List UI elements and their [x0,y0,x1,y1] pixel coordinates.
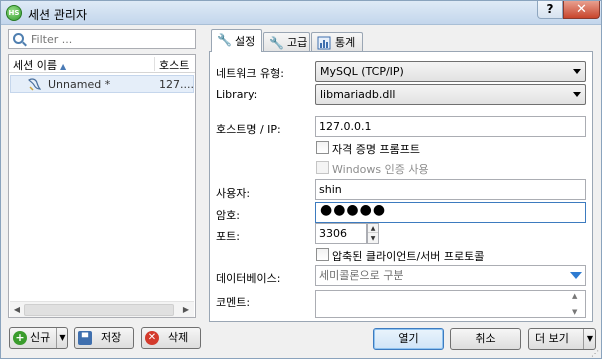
stepper-down-icon[interactable]: ▼ [368,234,378,243]
compressed-protocol-label: 압축된 클라이언트/서버 프로토콜 [332,250,485,263]
hostname-label: 호스트명 / IP: [216,123,281,136]
tab-settings-label: 설정 [235,35,256,48]
plus-icon: + [13,331,27,345]
new-session-button[interactable]: + 신규 ▼ [9,327,68,349]
comment-scroll-up-icon[interactable]: ▲ [572,292,577,300]
session-list-header: 세션 이름 ▲ 호스트 [9,55,195,73]
network-type-select[interactable]: MySQL (TCP/IP) [315,61,586,82]
help-button[interactable]: ? [537,1,563,19]
user-input[interactable]: shin [315,179,586,200]
session-host: 127.... [159,78,194,91]
session-row[interactable]: Unnamed * 127.... [10,75,194,93]
tab-settings[interactable]: 🔧 설정 [211,29,262,52]
new-session-label: 신규 [30,331,51,344]
more-button[interactable]: 더 보기 ▼ [528,328,596,350]
scroll-thumb[interactable] [24,304,174,316]
heidisql-app-icon: HS [6,5,22,21]
floppy-disk-icon: ▀ [78,331,92,345]
library-select[interactable]: libmariadb.dll [315,84,586,105]
sort-ascending-icon: ▲ [59,62,67,71]
wrench-icon: 🔧 [217,33,232,47]
chevron-down-icon [573,69,581,74]
resize-grip-icon[interactable]: ⋰ [591,349,599,358]
column-header-name-label: 세션 이름 [13,59,57,72]
bar-chart-icon [317,36,331,50]
dolphin-session-icon [28,78,41,91]
password-label: 암호: [216,209,240,222]
column-header-name[interactable]: 세션 이름 ▲ [13,57,155,72]
title-bar[interactable]: HS 세션 관리자 ? ✕ [1,1,601,25]
scroll-right-icon[interactable]: ▶ [180,304,192,316]
cancel-button[interactable]: 취소 [450,328,521,350]
window-title: 세션 관리자 [28,8,88,22]
port-input[interactable]: 3306 [315,223,367,244]
comment-scroll-down-icon[interactable]: ▼ [572,308,577,316]
session-list[interactable]: 세션 이름 ▲ 호스트 Unnamed * 127.... ◀ ▶ [8,54,196,318]
stepper-up-icon[interactable]: ▲ [368,224,378,233]
library-label: Library: [216,88,258,101]
port-label: 포트: [216,230,240,243]
prompt-credentials-label: 자격 증명 프롬프트 [332,143,420,156]
databases-input[interactable]: 세미콜론으로 구분 [315,265,586,286]
new-session-dropdown[interactable]: ▼ [56,328,68,348]
scroll-left-icon[interactable]: ◀ [11,304,23,316]
settings-panel: 네트워크 유형: MySQL (TCP/IP) Library: libmari… [209,51,593,322]
compressed-protocol-checkbox[interactable] [316,248,329,261]
tab-statistics-label: 통계 [335,36,356,49]
delete-x-icon: ✕ [145,331,159,345]
databases-dropdown-icon[interactable] [570,272,582,279]
open-button[interactable]: 열기 [373,328,444,350]
session-name: Unnamed * [48,78,111,91]
filter-input[interactable] [29,31,193,47]
library-value: libmariadb.dll [320,88,396,101]
tab-advanced[interactable]: 🔧 고급 [263,32,310,52]
windows-auth-checkbox[interactable] [316,161,329,174]
session-manager-window: HS 세션 관리자 ? ✕ 세션 이름▲ 호스트 Unnamed * 127..… [0,0,602,359]
network-type-label: 네트워크 유형: [216,67,284,80]
column-header-host[interactable]: 호스트 [159,57,189,73]
more-dropdown[interactable]: ▼ [583,329,596,349]
save-button[interactable]: ▀ 저장 [74,327,134,349]
wrench-orange-icon: 🔧 [269,36,284,50]
chevron-down-icon [573,92,581,97]
port-stepper[interactable]: ▲ ▼ [367,223,379,244]
session-filter[interactable] [8,29,196,49]
password-masked-value: ●●●●● [320,202,387,218]
tab-statistics[interactable]: 통계 [311,32,363,52]
prompt-credentials-checkbox[interactable] [316,141,329,154]
user-label: 사용자: [216,187,251,200]
comment-label: 코멘트: [216,296,251,309]
horizontal-scrollbar[interactable]: ◀ ▶ [10,301,194,317]
comment-input[interactable] [315,290,586,318]
close-button[interactable]: ✕ [563,1,600,19]
search-icon [13,33,24,44]
windows-auth-label: Windows 인증 사용 [332,163,429,176]
more-label: 더 보기 [535,332,569,345]
save-label: 저장 [101,331,122,344]
delete-button[interactable]: ✕ 삭제 [141,327,201,349]
tab-advanced-label: 고급 [287,36,308,49]
delete-label: 삭제 [168,331,189,344]
password-input[interactable]: ●●●●● [315,202,586,223]
network-type-value: MySQL (TCP/IP) [320,65,404,78]
hostname-input[interactable]: 127.0.0.1 [315,116,586,137]
databases-label: 데이터베이스: [216,272,281,285]
